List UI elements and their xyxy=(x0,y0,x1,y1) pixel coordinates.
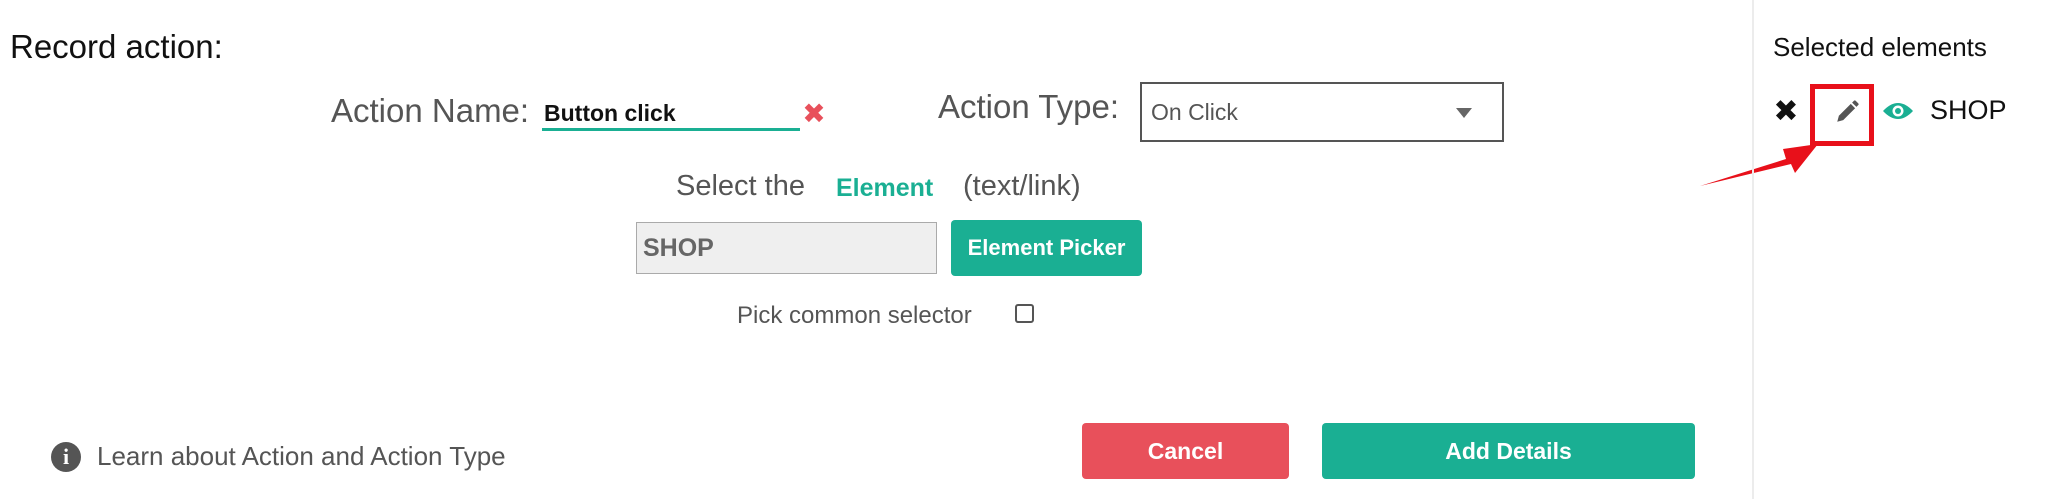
info-icon: i xyxy=(51,442,81,472)
cancel-button[interactable]: Cancel xyxy=(1082,423,1289,479)
caret-down-icon xyxy=(1456,108,1472,118)
close-icon[interactable]: ✖ xyxy=(1773,96,1799,128)
selected-item-label: SHOP xyxy=(1930,95,2007,125)
action-type-label: Action Type: xyxy=(938,88,1120,125)
pencil-icon[interactable] xyxy=(1834,99,1860,125)
action-name-label: Action Name: xyxy=(331,92,530,129)
record-action-form: Record action: Action Name: ✖ Action Typ… xyxy=(0,0,1752,499)
action-name-input[interactable] xyxy=(542,99,800,131)
form-title: Record action: xyxy=(10,28,223,65)
record-action-page: Record action: Action Name: ✖ Action Typ… xyxy=(0,0,2048,499)
action-type-value: On Click xyxy=(1151,99,1238,125)
select-element-suffix: (text/link) xyxy=(963,170,1081,202)
eye-icon[interactable] xyxy=(1882,101,1914,121)
element-selector-input[interactable] xyxy=(636,222,937,274)
select-element-keyword: Element xyxy=(836,174,934,202)
learn-about-link[interactable]: Learn about Action and Action Type xyxy=(97,441,506,472)
common-selector-checkbox[interactable] xyxy=(1015,304,1034,323)
element-picker-button[interactable]: Element Picker xyxy=(951,220,1142,276)
add-details-button[interactable]: Add Details xyxy=(1322,423,1695,479)
clear-icon[interactable]: ✖ xyxy=(802,100,826,128)
select-element-prefix: Select the xyxy=(676,170,805,202)
selected-elements-title: Selected elements xyxy=(1773,32,1987,62)
common-selector-label: Pick common selector xyxy=(737,302,972,329)
selected-elements-panel: Selected elements ✖ SHOP xyxy=(1752,0,2048,499)
action-type-select[interactable]: On Click xyxy=(1140,82,1504,142)
